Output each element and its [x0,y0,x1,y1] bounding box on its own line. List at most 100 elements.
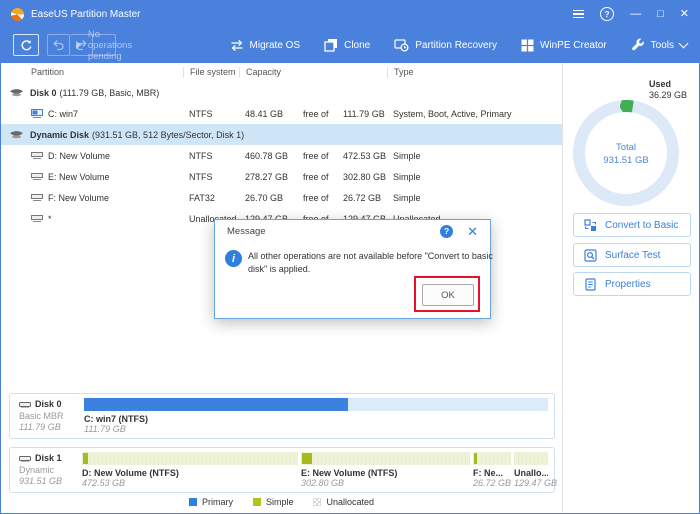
dialog-help-icon[interactable]: ? [440,225,453,238]
disk1-partition-e[interactable]: E: New Volume (NTFS) 302.80 GB [301,452,470,488]
pending-operations-button[interactable]: No operations pending [93,34,116,56]
disk-detail: (931.51 GB, 512 Bytes/Sector, Disk 1) [92,130,244,140]
partition-table-header: Partition File system Capacity Type [1,63,562,82]
partition-icon [31,194,43,201]
disk-usage-donut: Used 36.29 GB Total 931.51 GB [563,63,700,233]
help-icon[interactable]: ? [600,7,614,21]
disk1-partition-f[interactable]: F: Ne... 26.72 GB [473,452,511,488]
type-value: Simple [387,151,562,161]
table-row-disk0[interactable]: Disk 0 (111.79 GB, Basic, MBR) [1,82,562,103]
menu-list-icon[interactable] [573,10,584,19]
disk0-map-panel: Disk 0 Basic MBR 111.79 GB C: win7 (NTFS… [9,393,555,439]
info-icon: i [225,250,242,267]
refresh-button[interactable] [13,34,39,56]
properties-icon [584,278,597,291]
disk1-map-panel: Disk 1 Dynamic 931.51 GB D: New Volume (… [9,447,555,493]
migrate-os-icon [230,39,244,52]
fs-value: NTFS [183,109,239,119]
fs-value: FAT32 [183,193,239,203]
chevron-down-icon [679,39,689,49]
right-sidebar: Used 36.29 GB Total 931.51 GB Convert to… [562,63,700,513]
drive-icon [19,456,31,462]
table-row-f[interactable]: F: New Volume FAT32 26.70 GBfree of26.72… [1,187,562,208]
partition-name: * [48,214,52,224]
disk1-unallocated[interactable]: Unallo... 129.47 GB [514,452,548,488]
dialog-titlebar: Message ? ✕ [215,220,490,242]
disk-name: Disk 0 [30,88,57,98]
disk1-partition-d[interactable]: D: New Volume (NTFS) 472.53 GB [82,452,298,488]
table-row-e[interactable]: E: New Volume NTFS 278.27 GBfree of302.8… [1,166,562,187]
partition-name: E: New Volume [48,172,110,182]
partition-name: C: win7 [48,109,78,119]
close-button[interactable]: ✕ [680,9,689,20]
disk0-name: Disk 0 [19,399,82,410]
used-space-fill [84,398,348,411]
surface-test-button[interactable]: Surface Test [573,243,691,267]
partition-icon [31,215,43,222]
dialog-message: All other operations are not available b… [248,250,494,276]
capacity-value: 26.70 GBfree of26.72 GB [239,193,387,203]
dialog-title: Message [227,226,266,237]
column-type[interactable]: Type [387,67,562,78]
undo-button[interactable] [47,34,70,56]
play-icon [76,41,82,49]
disk0-size: 111.79 GB [19,422,82,433]
table-row-dynamic-disk[interactable]: Dynamic Disk (931.51 GB, 512 Bytes/Secto… [1,124,562,145]
partition-recovery-icon [394,38,409,52]
partition-name: D: New Volume [48,151,110,161]
tools-menu-button[interactable]: Tools [631,38,687,52]
used-label: Used 36.29 GB [649,79,687,101]
clone-icon [324,38,338,52]
winpe-creator-button[interactable]: WinPE Creator [521,39,607,52]
surface-test-icon [584,249,597,262]
minimize-button[interactable]: — [630,9,641,20]
pending-operations-label: No operations pending [88,29,132,62]
legend-unallocated-swatch [313,498,321,506]
refresh-icon [20,39,33,52]
column-file-system[interactable]: File system [183,67,239,78]
properties-button[interactable]: Properties [573,272,691,296]
column-capacity[interactable]: Capacity [239,67,387,78]
legend-primary-swatch [189,498,197,506]
partition-icon [31,152,43,159]
disk1-name: Disk 1 [19,453,80,464]
wrench-icon [631,38,645,52]
clone-button[interactable]: Clone [324,38,370,52]
migrate-os-button[interactable]: Migrate OS [230,39,301,52]
table-row-d[interactable]: D: New Volume NTFS 460.78 GBfree of472.5… [1,145,562,166]
title-bar: EaseUS Partition Master ? — □ ✕ [1,1,699,27]
disk-detail: (111.79 GB, Basic, MBR) [60,88,160,98]
total-label: Total 931.51 GB [586,141,666,167]
convert-to-basic-button[interactable]: Convert to Basic [573,213,691,237]
disk0-partition-bar[interactable] [84,398,548,411]
convert-icon [584,219,597,232]
legend: Primary Simple Unallocated [1,497,562,507]
ok-button[interactable]: OK [422,284,474,306]
dialog-close-icon[interactable]: ✕ [467,225,478,238]
disk-name: Dynamic Disk [30,130,89,140]
drive-icon [19,402,31,408]
app-window: EaseUS Partition Master ? — □ ✕ [0,0,700,514]
toolbar: No operations pending Migrate OS Clone [1,27,699,63]
disk1-kind: Dynamic [19,465,80,476]
partition-recovery-button[interactable]: Partition Recovery [394,38,497,52]
used-marker-dot [620,100,632,112]
app-logo-icon [11,8,24,21]
disk-icon [9,88,24,97]
partition-icon [31,109,43,118]
type-value: Simple [387,193,562,203]
partition-size: 111.79 GB [84,424,548,434]
legend-simple-swatch [253,498,261,506]
disk1-size: 931.51 GB [19,476,80,487]
maximize-button[interactable]: □ [657,9,664,20]
window-title: EaseUS Partition Master [31,9,141,20]
type-value: System, Boot, Active, Primary [387,109,562,119]
partition-table: Disk 0 (111.79 GB, Basic, MBR) C: win7 N… [1,82,562,229]
partition-label: C: win7 (NTFS) [84,414,548,424]
undo-icon [52,39,65,51]
table-row-c[interactable]: C: win7 NTFS 48.41 GBfree of111.79 GB Sy… [1,103,562,124]
column-partition[interactable]: Partition [1,67,183,78]
partition-icon [31,173,43,180]
partition-name: F: New Volume [48,193,109,203]
capacity-value: 48.41 GBfree of111.79 GB [239,109,387,119]
